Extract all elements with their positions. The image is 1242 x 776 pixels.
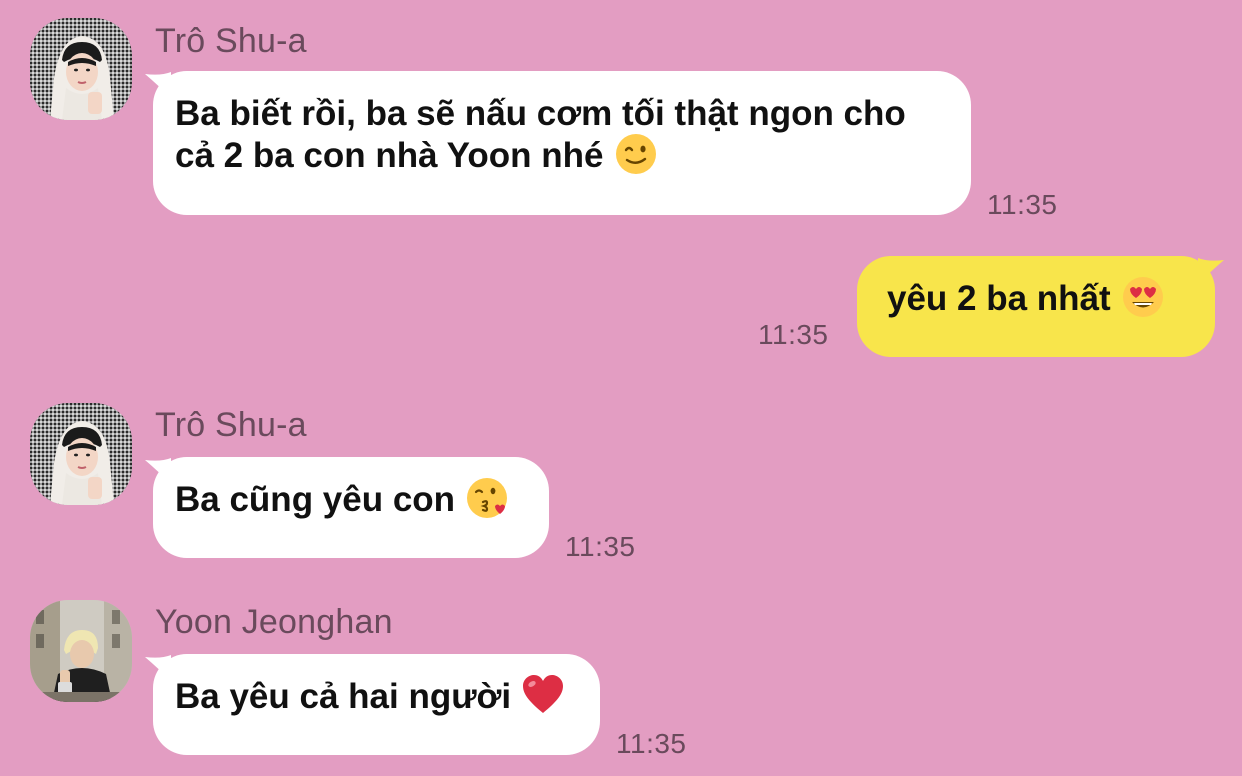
sender-name: Yoon Jeonghan	[155, 603, 393, 641]
red-heart-emoji	[521, 673, 565, 717]
sender-name: Trô Shu-a	[155, 22, 307, 60]
sender-name: Trô Shu-a	[155, 406, 307, 444]
message-text-line: Ba biết rồi, ba sẽ nấu cơm tối thật ngon…	[175, 94, 906, 133]
message-timestamp: 11:35	[616, 728, 687, 759]
avatar-trô-shu-a[interactable]	[30, 18, 132, 120]
avatar-image	[30, 600, 132, 702]
avatar-image	[30, 18, 132, 120]
message-timestamp: 11:35	[987, 189, 1058, 220]
bubble-tail	[1198, 258, 1224, 284]
message-bubble[interactable]: yêu 2 ba nhất	[857, 256, 1215, 357]
winking-face-emoji	[614, 132, 658, 176]
message-text-line: cả 2 ba con nhà Yoon nhé	[175, 136, 604, 175]
message-bubble[interactable]: Ba yêu cả hai người	[153, 654, 600, 755]
message-text: Ba yêu cả hai người	[175, 677, 512, 716]
message-timestamp: 11:35	[758, 319, 829, 350]
message-bubble[interactable]: Ba biết rồi, ba sẽ nấu cơm tối thật ngon…	[153, 71, 971, 215]
heart-eyes-emoji	[1121, 275, 1165, 319]
avatar-yoon-jeonghan[interactable]	[30, 600, 132, 702]
avatar-image	[30, 403, 132, 505]
chat-thread[interactable]: Trô Shu-a Ba biết rồi, ba sẽ nấu cơm tối…	[0, 0, 1242, 776]
message-timestamp: 11:35	[565, 531, 636, 562]
message-text: Ba cũng yêu con	[175, 480, 456, 519]
message-text: yêu 2 ba nhất	[887, 279, 1111, 318]
message-bubble[interactable]: Ba cũng yêu con	[153, 457, 549, 558]
kissing-face-emoji	[465, 476, 509, 520]
avatar-trô-shu-a[interactable]	[30, 403, 132, 505]
